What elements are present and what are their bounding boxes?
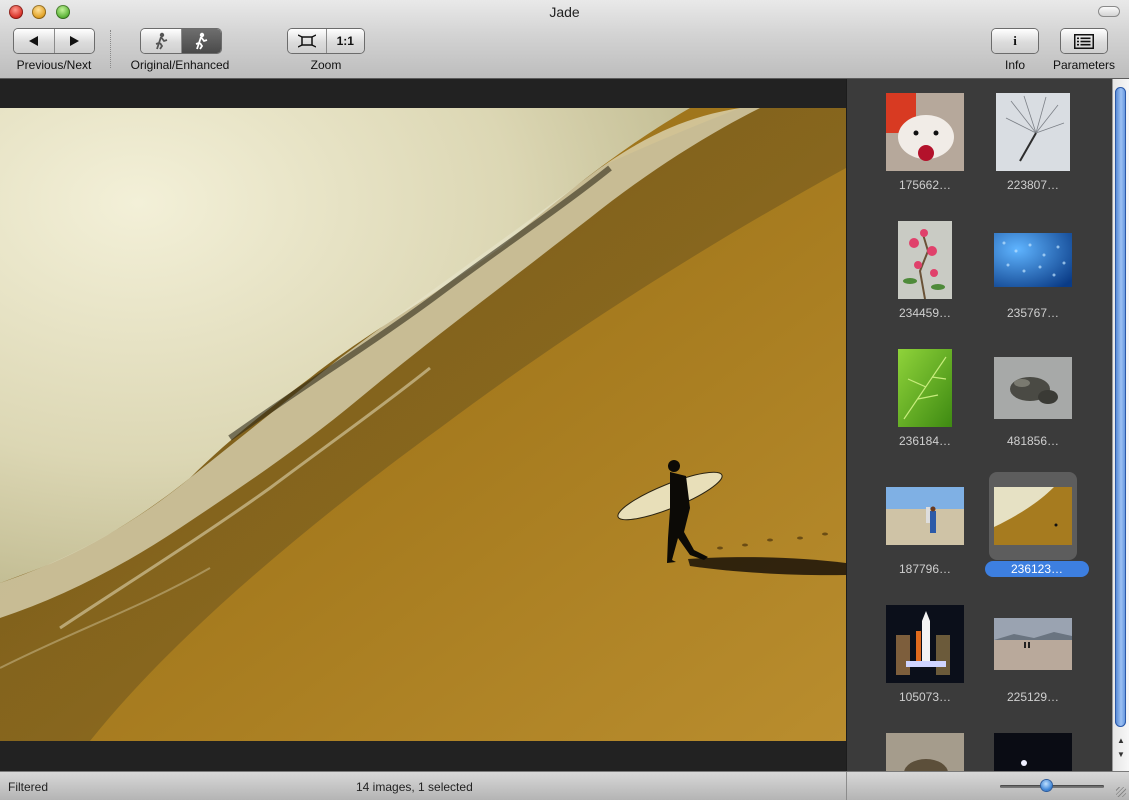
thumbnail-image (994, 357, 1072, 419)
thumbnail-image (994, 618, 1072, 670)
original-enhanced-control (141, 29, 221, 53)
zoom-control: 1:1 (288, 29, 364, 53)
thumbnail-image (886, 93, 964, 171)
thumbnail-image (994, 733, 1072, 771)
scrollbar-thumb[interactable] (1115, 87, 1126, 727)
parameters-button[interactable] (1061, 29, 1107, 53)
thumbnail-image (898, 349, 952, 427)
thumbnail-scrollbar[interactable]: ▲ ▼ (1112, 79, 1129, 771)
next-button[interactable] (53, 29, 95, 53)
filter-status: Filtered (8, 780, 49, 794)
thumbnail-label: 481856… (1006, 434, 1060, 448)
scroll-down-arrow-icon[interactable]: ▼ (1113, 749, 1129, 761)
thumbnail-label: 175662… (898, 178, 952, 192)
original-enhanced-label: Original/Enhanced (130, 58, 230, 72)
window-toolbar: Jade Previous/Next Original/Enhanced 1:1… (0, 0, 1129, 79)
thumbnail-label: 234459… (898, 306, 952, 320)
thumbnail-image (996, 93, 1070, 171)
enhanced-button[interactable] (180, 29, 221, 53)
thumbnail-label: 223807… (1006, 178, 1060, 192)
original-button[interactable] (141, 29, 181, 53)
thumbnail-image (886, 733, 964, 771)
thumbnail-label: 105073… (898, 690, 952, 704)
zoom-actual-size-button[interactable]: 1:1 (325, 29, 365, 53)
thumbnail-size-slider[interactable] (1000, 780, 1104, 791)
thumbnail-label: 236184… (898, 434, 952, 448)
fit-frame-icon (297, 34, 316, 48)
thumbnail-label: 236123… (985, 561, 1089, 577)
previous-button[interactable] (14, 29, 54, 53)
scroll-up-arrow-icon[interactable]: ▲ (1113, 735, 1129, 747)
thumbnail-browser[interactable]: 175662… 223807… 234459… 235767… 236184… … (846, 79, 1129, 771)
figure-original-icon (155, 32, 168, 50)
thumbnail-label: 225129… (1006, 690, 1060, 704)
triangle-right-icon (70, 36, 80, 46)
info-button[interactable]: i (992, 29, 1038, 53)
image-count: 14 images, 1 selected (356, 780, 473, 794)
triangle-left-icon (28, 36, 38, 46)
thumbnail-label: 235767… (1006, 306, 1060, 320)
thumbnail-image (886, 605, 964, 683)
toolbar-toggle-button[interactable] (1098, 6, 1120, 17)
zoom-fit-button[interactable] (288, 29, 326, 53)
zoom-label: Zoom (310, 58, 342, 72)
toolbar-separator (110, 30, 111, 68)
resize-grip-icon[interactable] (1116, 787, 1126, 797)
status-divider (846, 772, 847, 800)
thumbnail-image (994, 233, 1072, 287)
thumbnail-label: 187796… (898, 562, 952, 576)
image-preview-area[interactable] (0, 79, 846, 771)
preview-image (0, 108, 846, 741)
thumbnail-image (886, 487, 964, 545)
slider-knob[interactable] (1041, 780, 1053, 791)
list-panel-icon (1074, 33, 1094, 49)
previous-next-control (14, 29, 94, 53)
parameters-label: Parameters (1052, 58, 1116, 72)
info-label: Info (1004, 58, 1025, 72)
window-title: Jade (549, 4, 580, 20)
thumbnail-image (994, 487, 1072, 545)
figure-enhanced-icon (195, 32, 208, 50)
previous-next-label: Previous/Next (16, 58, 92, 72)
status-bar: Filtered 14 images, 1 selected (0, 771, 1129, 800)
thumbnail-image (898, 221, 952, 299)
